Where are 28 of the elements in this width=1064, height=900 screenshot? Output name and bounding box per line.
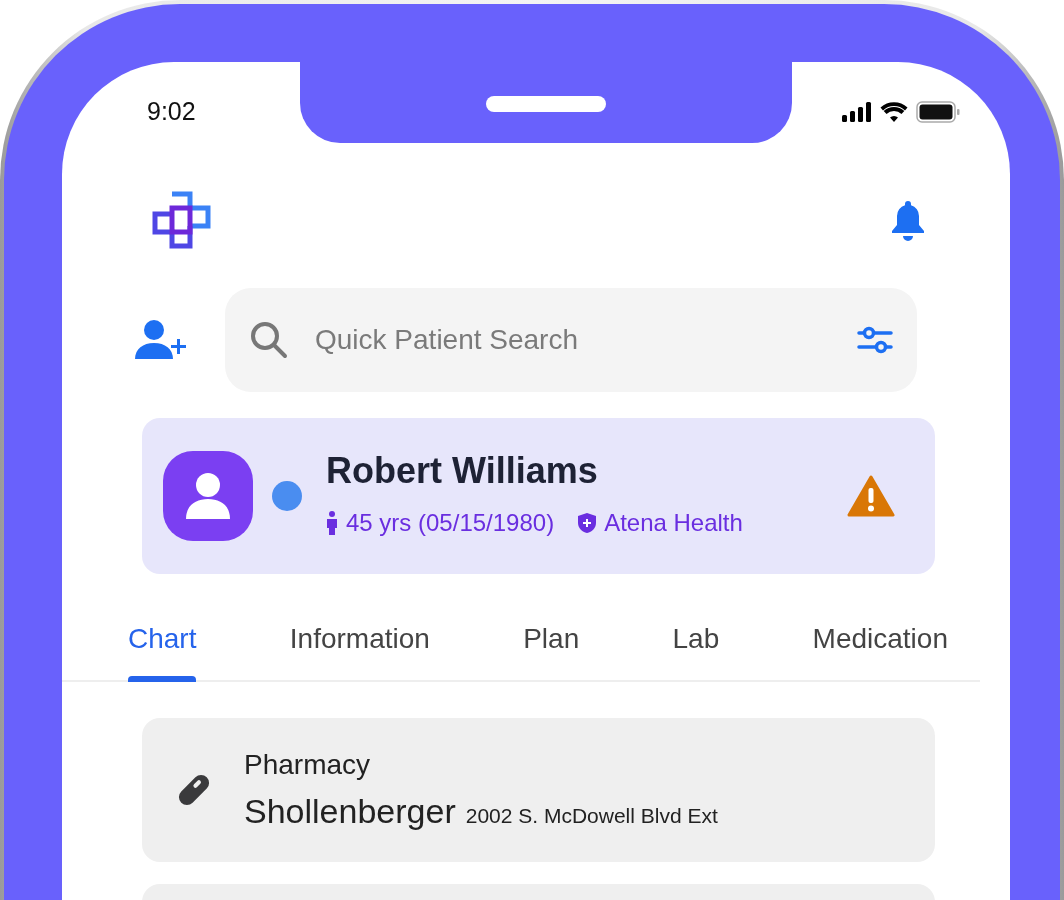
tab[interactable]: Lab <box>670 618 722 680</box>
patient-card[interactable]: Robert Williams 45 yrs (05/15/1980) Atena Health <box>142 418 935 574</box>
pharmacy-address: 2002 S. McDowell Blvd Ext <box>465 802 718 829</box>
add-user-icon[interactable] <box>135 319 187 361</box>
insurer-name: Atena Health <box>604 507 743 538</box>
bell-icon[interactable] <box>890 199 926 241</box>
person-icon <box>183 471 233 521</box>
pharmacy-name: Shollenberger <box>244 790 456 832</box>
warning-icon[interactable] <box>847 475 895 517</box>
filter-icon[interactable] <box>857 325 893 355</box>
tab[interactable]: Information <box>287 618 432 680</box>
card-label: Pharmacy <box>244 747 372 782</box>
pharmacy-card[interactable]: Pharmacy Shollenberger 2002 S. McDowell Blvd Ext <box>142 718 935 862</box>
tab[interactable]: Medication <box>810 618 950 680</box>
search-icon <box>249 320 289 360</box>
patient-age: 45 yrs (05/15/1980) <box>346 507 555 538</box>
signal-icon <box>842 102 872 122</box>
battery-icon <box>916 101 960 123</box>
tab[interactable]: Plan <box>521 618 582 680</box>
patient-name: Robert Williams <box>326 451 599 491</box>
search-input[interactable]: Quick Patient Search <box>313 318 833 362</box>
tab[interactable]: Chart <box>126 618 199 680</box>
search-field[interactable]: Quick Patient Search <box>225 288 917 392</box>
status-time: 9:02 <box>147 96 196 128</box>
cross-logo-icon <box>152 191 212 249</box>
person-icon <box>326 510 338 535</box>
shield-icon <box>578 512 597 533</box>
wifi-icon <box>880 102 908 122</box>
